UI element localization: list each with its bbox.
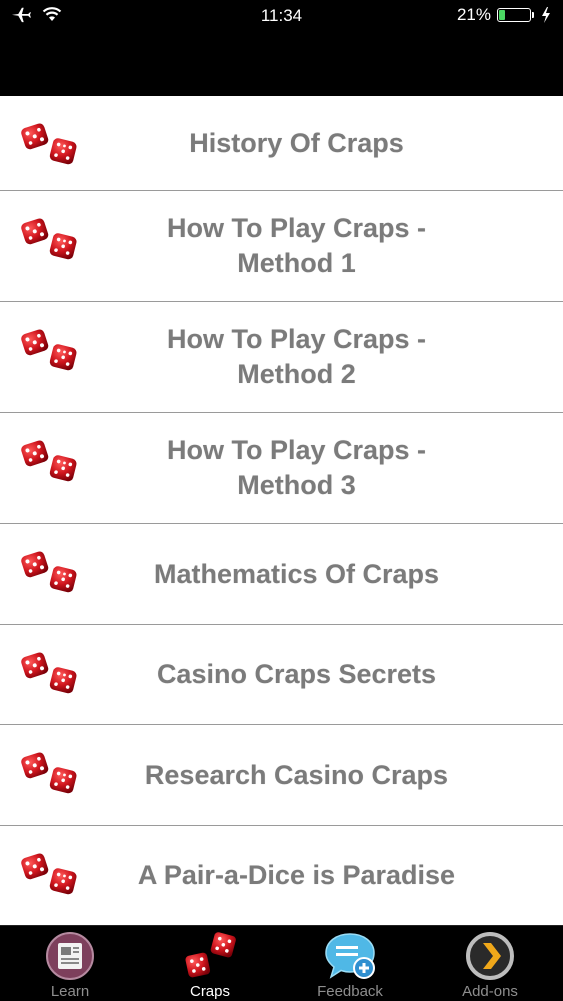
dice-icon	[20, 328, 78, 372]
dice-icon	[20, 751, 78, 795]
tab-label: Craps	[189, 983, 230, 1000]
topic-list: History Of Craps How To Play Craps - Met…	[0, 96, 563, 925]
list-item[interactable]: Research Casino Craps	[0, 725, 563, 826]
tab-craps[interactable]: Craps	[140, 926, 280, 1001]
dice-icon	[20, 852, 78, 896]
charging-bolt-icon	[542, 7, 550, 23]
list-item[interactable]: How To Play Craps - Method 2	[0, 302, 563, 413]
dice-icon	[20, 439, 78, 483]
dice-icon	[20, 550, 78, 594]
list-item[interactable]: A Pair-a-Dice is Paradise	[0, 826, 563, 925]
tab-label: Add-ons	[462, 983, 518, 1000]
tab-feedback[interactable]: Feedback	[280, 926, 420, 1001]
list-item[interactable]: History Of Craps	[0, 96, 563, 191]
dice-icon	[20, 217, 78, 261]
list-item-title: How To Play Craps - Method 3	[166, 435, 427, 500]
list-item[interactable]: How To Play Craps - Method 1	[0, 191, 563, 302]
dice-icon	[20, 122, 78, 166]
dice-icon	[20, 651, 78, 695]
tab-bar: Learn Craps Feedback Add-ons	[0, 925, 563, 1000]
list-item-title: How To Play Craps - Method 1	[166, 213, 427, 278]
list-item-title: Mathematics Of Craps	[153, 558, 440, 589]
list-item[interactable]: Mathematics Of Craps	[0, 524, 563, 625]
battery-percent: 21%	[456, 5, 491, 24]
list-item-title: A Pair-a-Dice is Paradise	[137, 860, 456, 890]
battery-fill	[499, 10, 506, 20]
chevron-right-icon	[466, 932, 514, 980]
tab-label: Feedback	[317, 983, 383, 1000]
list-item-title: History Of Craps	[189, 127, 404, 158]
speech-bubble-plus-icon	[325, 933, 375, 979]
list-item[interactable]: Casino Craps Secrets	[0, 625, 563, 725]
list-item-title: Casino Craps Secrets	[156, 659, 437, 689]
tab-learn[interactable]: Learn	[0, 926, 140, 1001]
list-item[interactable]: How To Play Craps - Method 3	[0, 413, 563, 524]
newspaper-icon	[46, 932, 94, 980]
status-right: 21%	[457, 5, 551, 25]
dice-icon	[185, 932, 236, 978]
status-bar: 11:34 21%	[0, 0, 563, 34]
tab-label: Learn	[50, 983, 90, 1000]
tab-add-ons[interactable]: Add-ons	[420, 926, 560, 1001]
list-item-title: Research Casino Craps	[144, 759, 449, 790]
list-item-title: How To Play Craps - Method 2	[166, 324, 427, 389]
battery-icon	[497, 8, 534, 22]
